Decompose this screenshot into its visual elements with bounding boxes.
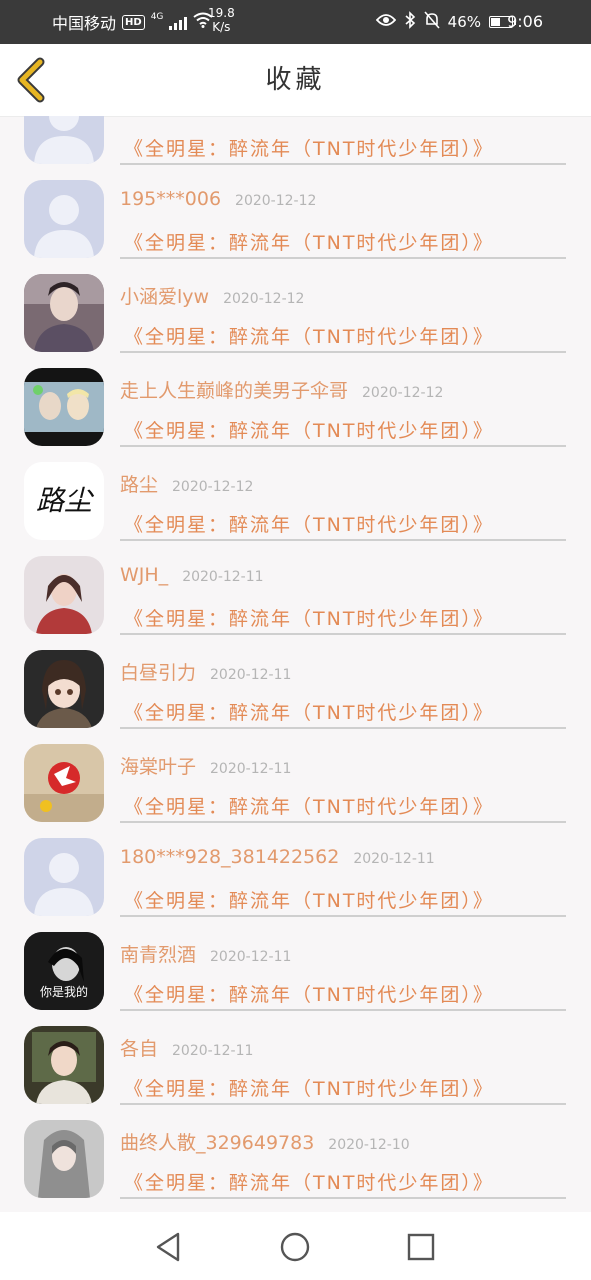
net-speed-value: 19.8 — [208, 6, 235, 20]
song-title: 《全明星：醉流年（TNT时代少年团）》 — [124, 326, 494, 348]
song-title: 《全明星：醉流年（TNT时代少年团）》 — [124, 702, 494, 724]
song-title: 《全明星：醉流年（TNT时代少年团）》 — [124, 514, 494, 536]
avatar-caption: 你是我的 — [39, 985, 88, 999]
default-avatar — [24, 180, 104, 258]
date: 2020-12-11 — [182, 569, 264, 585]
net-speed: 19.8 K/s — [208, 6, 235, 34]
photo-avatar — [24, 368, 104, 446]
date: 2020-12-11 — [210, 949, 292, 965]
username: 曲终人散_329649783 — [120, 1132, 315, 1154]
song-title: 《全明星：醉流年（TNT时代少年团）》 — [124, 1078, 494, 1100]
date: 2020-12-11 — [172, 1043, 254, 1059]
nav-recents-button[interactable] — [404, 1230, 438, 1264]
mute-bell-icon — [424, 11, 440, 33]
item-meta: 小涵爱lyw 2020-12-12 — [120, 282, 305, 308]
status-bar: 中国移动 HD 4G 19.8 K/s 46% 9:06 — [0, 0, 591, 44]
username: 195***006 — [120, 188, 222, 210]
bluetooth-icon — [404, 11, 416, 33]
list-item[interactable]: 你是我的 南青烈酒 2020-12-11 《全明星：醉流年（TNT时代少年团）》 — [0, 916, 591, 1011]
carrier-name: 中国移动 — [52, 14, 117, 33]
item-meta: 走上人生巅峰的美男子伞哥 2020-12-12 — [120, 376, 444, 402]
item-meta: 各自 2020-12-11 — [120, 1034, 254, 1060]
item-meta: 海棠叶子 2020-12-11 — [120, 752, 292, 778]
date: 2020-12-12 — [223, 291, 305, 307]
signal-icon — [169, 14, 188, 30]
item-meta: 180***928_381422562 2020-12-11 — [120, 846, 435, 868]
photo-avatar: 你是我的 — [24, 932, 104, 1010]
song-title: 《全明星：醉流年（TNT时代少年团）》 — [124, 232, 494, 254]
favorites-list: 《全明星：醉流年（TNT时代少年团）》 195***006 2020-12-12 … — [0, 116, 591, 1212]
date: 2020-12-11 — [353, 851, 435, 867]
song-title: 《全明星：醉流年（TNT时代少年团）》 — [124, 608, 494, 630]
hd-badge: HD — [122, 14, 145, 30]
song-title: 《全明星：醉流年（TNT时代少年团）》 — [124, 138, 494, 160]
date: 2020-12-11 — [210, 667, 292, 683]
battery-level — [491, 18, 500, 26]
photo-avatar — [24, 744, 104, 822]
system-nav-bar — [0, 1212, 591, 1280]
date: 2020-12-10 — [328, 1137, 410, 1153]
triangle-back-icon — [156, 1232, 180, 1262]
eye-icon — [375, 13, 396, 31]
username: 180***928_381422562 — [120, 846, 340, 868]
song-title: 《全明星：醉流年（TNT时代少年团）》 — [124, 984, 494, 1006]
song-title: 《全明星：醉流年（TNT时代少年团）》 — [124, 796, 494, 818]
list-item[interactable]: 白昼引力 2020-12-11 《全明星：醉流年（TNT时代少年团）》 — [0, 634, 591, 729]
network-type: 4G — [150, 12, 164, 22]
page-title: 收藏 — [265, 65, 326, 95]
date: 2020-12-11 — [210, 761, 292, 777]
battery-percent: 46% — [447, 13, 481, 31]
photo-avatar — [24, 1120, 104, 1198]
default-avatar — [24, 116, 104, 164]
list-item[interactable]: 180***928_381422562 2020-12-11 《全明星：醉流年（T… — [0, 822, 591, 917]
photo-avatar — [24, 1026, 104, 1104]
item-meta: 南青烈酒 2020-12-11 — [120, 940, 292, 966]
avatar-calligraphy-text: 路尘 — [35, 484, 92, 517]
status-time: 9:06 — [507, 12, 543, 31]
item-meta: 曲终人散_329649783 2020-12-10 — [120, 1128, 410, 1154]
list-item[interactable]: 海棠叶子 2020-12-11 《全明星：醉流年（TNT时代少年团）》 — [0, 728, 591, 823]
nav-back-button[interactable] — [152, 1230, 186, 1264]
photo-avatar — [24, 274, 104, 352]
list-item[interactable]: 各自 2020-12-11 《全明星：醉流年（TNT时代少年团）》 — [0, 1010, 591, 1105]
item-meta: 白昼引力 2020-12-11 — [120, 658, 292, 684]
square-recents-icon — [407, 1233, 435, 1261]
list-item[interactable]: 路尘 路尘 2020-12-12 《全明星：醉流年（TNT时代少年团）》 — [0, 446, 591, 541]
song-title: 《全明星：醉流年（TNT时代少年团）》 — [124, 1172, 494, 1194]
list-item[interactable]: 曲终人散_329649783 2020-12-10 《全明星：醉流年（TNT时代少… — [0, 1104, 591, 1199]
divider — [120, 1197, 566, 1199]
song-title: 《全明星：醉流年（TNT时代少年团）》 — [124, 420, 494, 442]
username: WJH_ — [120, 564, 169, 586]
username: 海棠叶子 — [120, 756, 197, 778]
list-item[interactable]: 《全明星：醉流年（TNT时代少年团）》 — [0, 116, 591, 165]
date: 2020-12-12 — [362, 385, 444, 401]
status-right: 46% — [375, 0, 516, 44]
username: 南青烈酒 — [120, 944, 197, 966]
photo-avatar — [24, 556, 104, 634]
item-meta: 路尘 2020-12-12 — [120, 470, 254, 496]
list-item[interactable]: 195***006 2020-12-12 《全明星：醉流年（TNT时代少年团）》 — [0, 164, 591, 259]
date: 2020-12-12 — [172, 479, 254, 495]
username: 路尘 — [120, 474, 159, 496]
username: 小涵爱lyw — [120, 286, 210, 308]
item-meta: 195***006 2020-12-12 — [120, 188, 316, 210]
username: 走上人生巅峰的美男子伞哥 — [120, 380, 349, 402]
username: 白昼引力 — [120, 662, 197, 684]
status-left: 中国移动 HD 4G — [52, 0, 214, 44]
list-item[interactable]: 走上人生巅峰的美男子伞哥 2020-12-12 《全明星：醉流年（TNT时代少年团… — [0, 352, 591, 447]
default-avatar — [24, 838, 104, 916]
username: 各自 — [120, 1038, 159, 1060]
net-speed-unit: K/s — [212, 20, 231, 34]
nav-home-button[interactable] — [278, 1230, 312, 1264]
song-title: 《全明星：醉流年（TNT时代少年团）》 — [124, 890, 494, 912]
photo-avatar — [24, 650, 104, 728]
circle-home-icon — [280, 1232, 310, 1262]
list-item[interactable]: WJH_ 2020-12-11 《全明星：醉流年（TNT时代少年团）》 — [0, 540, 591, 635]
item-meta: WJH_ 2020-12-11 — [120, 564, 264, 586]
app-header: 收藏 — [0, 44, 591, 117]
calligraphy-avatar: 路尘 — [24, 462, 104, 540]
date: 2020-12-12 — [235, 193, 317, 209]
list-item[interactable]: 小涵爱lyw 2020-12-12 《全明星：醉流年（TNT时代少年团）》 — [0, 258, 591, 353]
